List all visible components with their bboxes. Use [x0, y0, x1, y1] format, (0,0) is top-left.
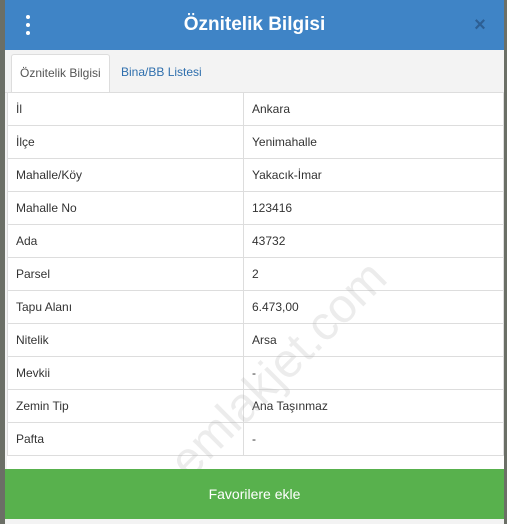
table-row: Nitelik Arsa [7, 323, 504, 357]
row-key: Ada [7, 224, 244, 258]
tab-building-list[interactable]: Bina/BB Listesi [113, 54, 210, 91]
modal-title: Öznitelik Bilgisi [183, 14, 326, 35]
table-row: Pafta - [7, 422, 504, 456]
row-key: Nitelik [7, 323, 244, 357]
row-value: 43732 [243, 224, 504, 258]
row-value: Ana Taşınmaz [243, 389, 504, 423]
attribute-info-modal: Öznitelik Bilgisi × Öznitelik Bilgisi Bi… [5, 0, 504, 524]
row-value: Ankara [243, 92, 504, 126]
row-value: 2 [243, 257, 504, 291]
row-value: 6.473,00 [243, 290, 504, 324]
row-key: İl [7, 92, 244, 126]
modal-header: Öznitelik Bilgisi × [5, 0, 504, 50]
row-key: Mahalle/Köy [7, 158, 244, 192]
table-row: Zemin Tip Ana Taşınmaz [7, 389, 504, 423]
row-key: Zemin Tip [7, 389, 244, 423]
table-row: İlçe Yenimahalle [7, 125, 504, 159]
tab-bar: Öznitelik Bilgisi Bina/BB Listesi [5, 50, 504, 93]
table-row: Mahalle/Köy Yakacık-İmar [7, 158, 504, 192]
attribute-table: İl Ankara İlçe Yenimahalle Mahalle/Köy Y… [7, 92, 504, 469]
table-row: İl Ankara [7, 92, 504, 126]
row-value: 123416 [243, 191, 504, 225]
row-key: Parsel [7, 257, 244, 291]
table-row: Ada 43732 [7, 224, 504, 258]
row-value: Yenimahalle [243, 125, 504, 159]
row-key: Pafta [7, 422, 244, 456]
table-row: Mevkii - [7, 356, 504, 390]
table-row: Mahalle No 123416 [7, 191, 504, 225]
row-key: Mevkii [7, 356, 244, 390]
row-key: İlçe [7, 125, 244, 159]
row-value: - [243, 422, 504, 456]
table-row: Tapu Alanı 6.473,00 [7, 290, 504, 324]
row-value: Arsa [243, 323, 504, 357]
add-to-favorites-button[interactable]: Favorilere ekle [5, 469, 504, 519]
row-value: - [243, 356, 504, 390]
close-icon[interactable]: × [468, 13, 492, 37]
tab-attribute-info[interactable]: Öznitelik Bilgisi [11, 54, 110, 93]
row-key: Mahalle No [7, 191, 244, 225]
table-row: Parsel 2 [7, 257, 504, 291]
row-key: Tapu Alanı [7, 290, 244, 324]
row-value: Yakacık-İmar [243, 158, 504, 192]
